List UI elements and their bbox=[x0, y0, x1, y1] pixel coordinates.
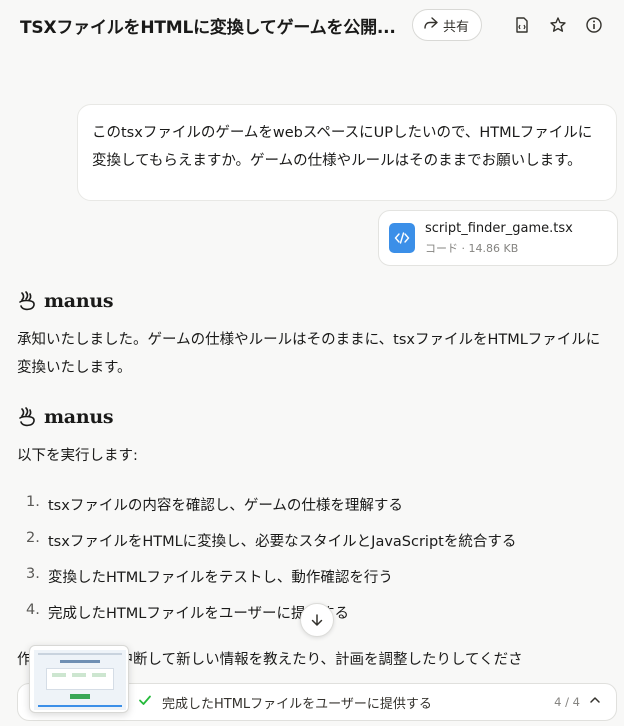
agent-header: manus bbox=[16, 290, 114, 312]
scroll-down-button[interactable] bbox=[300, 603, 334, 637]
star-icon[interactable] bbox=[544, 11, 572, 39]
document-icon[interactable] bbox=[508, 11, 536, 39]
step-text: 変換したHTMLファイルをテストし、動作確認を行う bbox=[48, 570, 393, 586]
manus-logo-icon bbox=[19, 407, 35, 427]
task-status-text: 完成したHTMLファイルをユーザーに提供する bbox=[162, 696, 432, 712]
info-icon[interactable] bbox=[580, 11, 608, 39]
share-arrow-icon bbox=[423, 15, 439, 35]
step-number: 2. bbox=[26, 530, 40, 546]
agent-name: manus bbox=[44, 290, 114, 312]
header-bar: TSXファイルをHTMLに変換してゲームを公開... 共有 bbox=[0, 0, 624, 50]
user-message: このtsxファイルのゲームをwebスペースにUPしたいので、HTMLファイルに変… bbox=[77, 104, 617, 201]
attachment-card[interactable]: script_finder_game.tsx コード · 14.86 KB bbox=[378, 210, 618, 266]
step-text: tsxファイルの内容を確認し、ゲームの仕様を理解する bbox=[48, 498, 403, 514]
agent-header: manus bbox=[16, 406, 114, 428]
attachment-meta: コード · 14.86 KB bbox=[425, 241, 519, 255]
computer-preview-thumbnail[interactable] bbox=[29, 645, 129, 713]
manus-logo-icon bbox=[19, 291, 35, 311]
code-file-icon bbox=[389, 223, 415, 253]
step-number: 4. bbox=[26, 602, 40, 618]
check-icon bbox=[138, 693, 152, 711]
arrow-down-icon bbox=[311, 614, 323, 626]
share-label: 共有 bbox=[442, 19, 469, 35]
agent-name: manus bbox=[44, 406, 114, 428]
share-button[interactable]: 共有 bbox=[411, 9, 482, 41]
attachment-name: script_finder_game.tsx bbox=[425, 220, 573, 236]
step-text: tsxファイルをHTMLに変換し、必要なスタイルとJavaScriptを統合する bbox=[48, 534, 517, 550]
chevron-up-icon[interactable] bbox=[588, 693, 602, 711]
preview-screen bbox=[34, 650, 126, 710]
plan-step: 1. tsxファイルの内容を確認し、ゲームの仕様を理解する bbox=[26, 494, 403, 515]
step-number: 1. bbox=[26, 494, 40, 510]
page-title: TSXファイルをHTMLに変換してゲームを公開... bbox=[20, 17, 396, 38]
task-progress-count: 4 / 4 bbox=[554, 695, 580, 709]
agent-intro-text: 以下を実行します: bbox=[17, 448, 138, 464]
plan-step: 3. 変換したHTMLファイルをテストし、動作確認を行う bbox=[26, 566, 393, 587]
step-number: 3. bbox=[26, 566, 40, 582]
plan-step: 2. tsxファイルをHTMLに変換し、必要なスタイルとJavaScriptを統… bbox=[26, 530, 516, 551]
agent-message-text: 承知いたしました。ゲームの仕様やルールはそのままに、tsxファイルをHTMLファ… bbox=[17, 332, 601, 376]
